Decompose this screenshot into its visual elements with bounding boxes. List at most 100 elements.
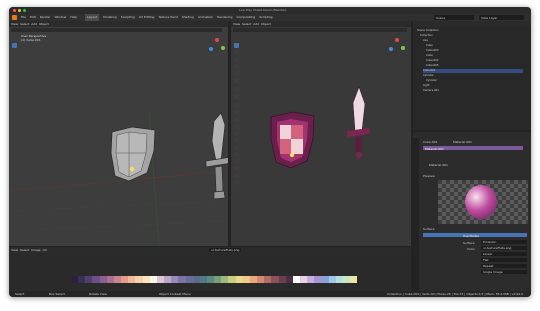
field-projection-text: Flat (483, 258, 489, 262)
palette-swatch (99, 276, 107, 283)
tab-scripting[interactable]: Scripting (259, 14, 272, 21)
navigation-gizmo[interactable] (209, 38, 225, 51)
tab-animation[interactable]: Animation (198, 14, 213, 21)
palette-swatch (121, 276, 129, 283)
preview-sphere (465, 185, 497, 219)
viewport-left[interactable]: View Select Add Object User Perspective … (9, 21, 228, 246)
palette-swatch (164, 276, 172, 283)
tab-uv-editing[interactable]: UV Editing (139, 14, 155, 21)
image-uv-menu[interactable]: UV (43, 248, 47, 252)
field-color-label: Color (467, 247, 475, 251)
properties-material-tab[interactable]: Material.001 (453, 140, 472, 144)
zoom-window-button[interactable] (23, 9, 26, 12)
material-preview (438, 180, 528, 224)
field-interpolation[interactable]: Linear (481, 252, 527, 256)
palette-swatch (178, 276, 186, 283)
outliner-row-label: Collection (420, 34, 433, 37)
close-window-button[interactable] (13, 9, 16, 12)
menu-window[interactable]: Window (54, 14, 66, 21)
field-extension-text: Repeat (483, 264, 494, 268)
palette-swatch (328, 276, 336, 283)
tab-sculpting[interactable]: Sculpting (121, 14, 135, 21)
tab-compositing[interactable]: Compositing (236, 14, 255, 21)
palette-swatch (92, 276, 100, 283)
outliner-row[interactable]: Axe (423, 39, 428, 43)
viewport-left-scene (9, 38, 228, 246)
field-source-text: Single Image (483, 270, 503, 274)
image-editor-header: View Select Image UV ui-textureFlats.png (9, 247, 411, 253)
image-name-field[interactable]: ui-textureFlats.png (209, 248, 242, 252)
navigation-gizmo-right[interactable] (389, 38, 405, 51)
outliner-row-selected[interactable]: Cube.001 (423, 69, 523, 73)
palette-swatch (228, 276, 236, 283)
tab-shading[interactable]: Shading (182, 14, 194, 21)
palette-swatch (342, 276, 351, 283)
palette-swatch (185, 276, 193, 283)
tab-rendering[interactable]: Rendering (217, 14, 232, 21)
outliner-row[interactable]: Cube.003 (426, 49, 438, 53)
origin-dot (289, 152, 295, 158)
palette-swatch (113, 276, 122, 283)
outliner-row-label: Cube (426, 54, 433, 57)
image-select-menu[interactable]: Select (20, 248, 29, 252)
outliner-row[interactable]: Cylinder (423, 74, 434, 78)
outliner-row[interactable]: Camera.001 (423, 89, 439, 93)
outliner-row[interactable]: Light (423, 84, 429, 88)
hint-box-select: Box Select (49, 292, 65, 296)
outliner-row-label: Cube.001 (423, 69, 436, 72)
field-extension[interactable]: Repeat (481, 264, 527, 268)
palette-swatch (300, 276, 308, 283)
palette-swatch (221, 276, 229, 283)
outliner-row[interactable]: Cube.005 (426, 64, 438, 68)
title-bar: Low Poly Shield.blend (Blender) (9, 7, 531, 14)
menu-render[interactable]: Render (40, 14, 51, 21)
blender-logo-icon[interactable] (12, 15, 17, 20)
field-surface-value[interactable]: Emission (481, 240, 527, 244)
outliner-row-label: Axe (423, 39, 428, 42)
outliner-row[interactable]: Collection (420, 34, 433, 38)
palette-swatch (128, 276, 136, 283)
menu-file[interactable]: File (21, 14, 26, 21)
palette-swatch (214, 276, 222, 283)
material-slot-list[interactable]: Material.001 (423, 146, 523, 151)
image-editor[interactable]: View Select Image UV ui-textureFlats.png (9, 247, 411, 291)
outliner-row[interactable]: Cube.002 (426, 59, 438, 63)
origin-dot (129, 166, 135, 172)
palette-swatch (142, 276, 150, 283)
outliner-row[interactable]: Cylinder (426, 79, 437, 83)
palette-swatch (171, 276, 179, 283)
palette-swatch (235, 276, 243, 283)
palette-swatch (292, 276, 300, 283)
field-surface-text: Emission (483, 240, 497, 244)
use-nodes-button[interactable]: Use Nodes (423, 233, 527, 238)
field-color-value[interactable]: ui-textureFlats.png (481, 246, 527, 250)
image-view-menu[interactable]: View (11, 248, 18, 252)
outliner-row[interactable]: Cube (426, 44, 433, 48)
palette-swatch (271, 276, 279, 283)
material-name-field[interactable]: Material.001 (429, 163, 448, 167)
panel-surface[interactable]: Surface (423, 227, 434, 231)
image-image-menu[interactable]: Image (31, 248, 40, 252)
view-layer-selector[interactable]: View Layer (479, 15, 524, 20)
material-slot-label: Material.001 (425, 146, 444, 151)
palette-swatch (242, 276, 250, 283)
outliner-row[interactable]: Scene Collection (417, 29, 439, 33)
scene-selector[interactable]: Scene (434, 15, 474, 20)
viewport-right[interactable]: View Select Add Object (231, 21, 411, 246)
hint-context-menu: Object Context Menu (159, 292, 191, 296)
hint-rotate-view: Rotate View (89, 292, 107, 296)
panel-preview[interactable]: Preview (423, 174, 435, 178)
field-source[interactable]: Single Image (481, 270, 527, 274)
menu-help[interactable]: Help (70, 14, 77, 21)
outliner-header (413, 21, 531, 27)
palette-swatch (206, 276, 215, 283)
outliner-row[interactable]: Cube (426, 54, 433, 58)
tab-texture-paint[interactable]: Texture Paint (158, 14, 177, 21)
menu-edit[interactable]: Edit (30, 14, 36, 21)
tab-modeling[interactable]: Modeling (103, 14, 117, 21)
palette-swatch (314, 276, 322, 283)
minimize-window-button[interactable] (18, 9, 21, 12)
tab-layout[interactable]: Layout (85, 14, 100, 21)
palette-swatch (249, 276, 258, 283)
field-projection[interactable]: Flat (481, 258, 527, 262)
